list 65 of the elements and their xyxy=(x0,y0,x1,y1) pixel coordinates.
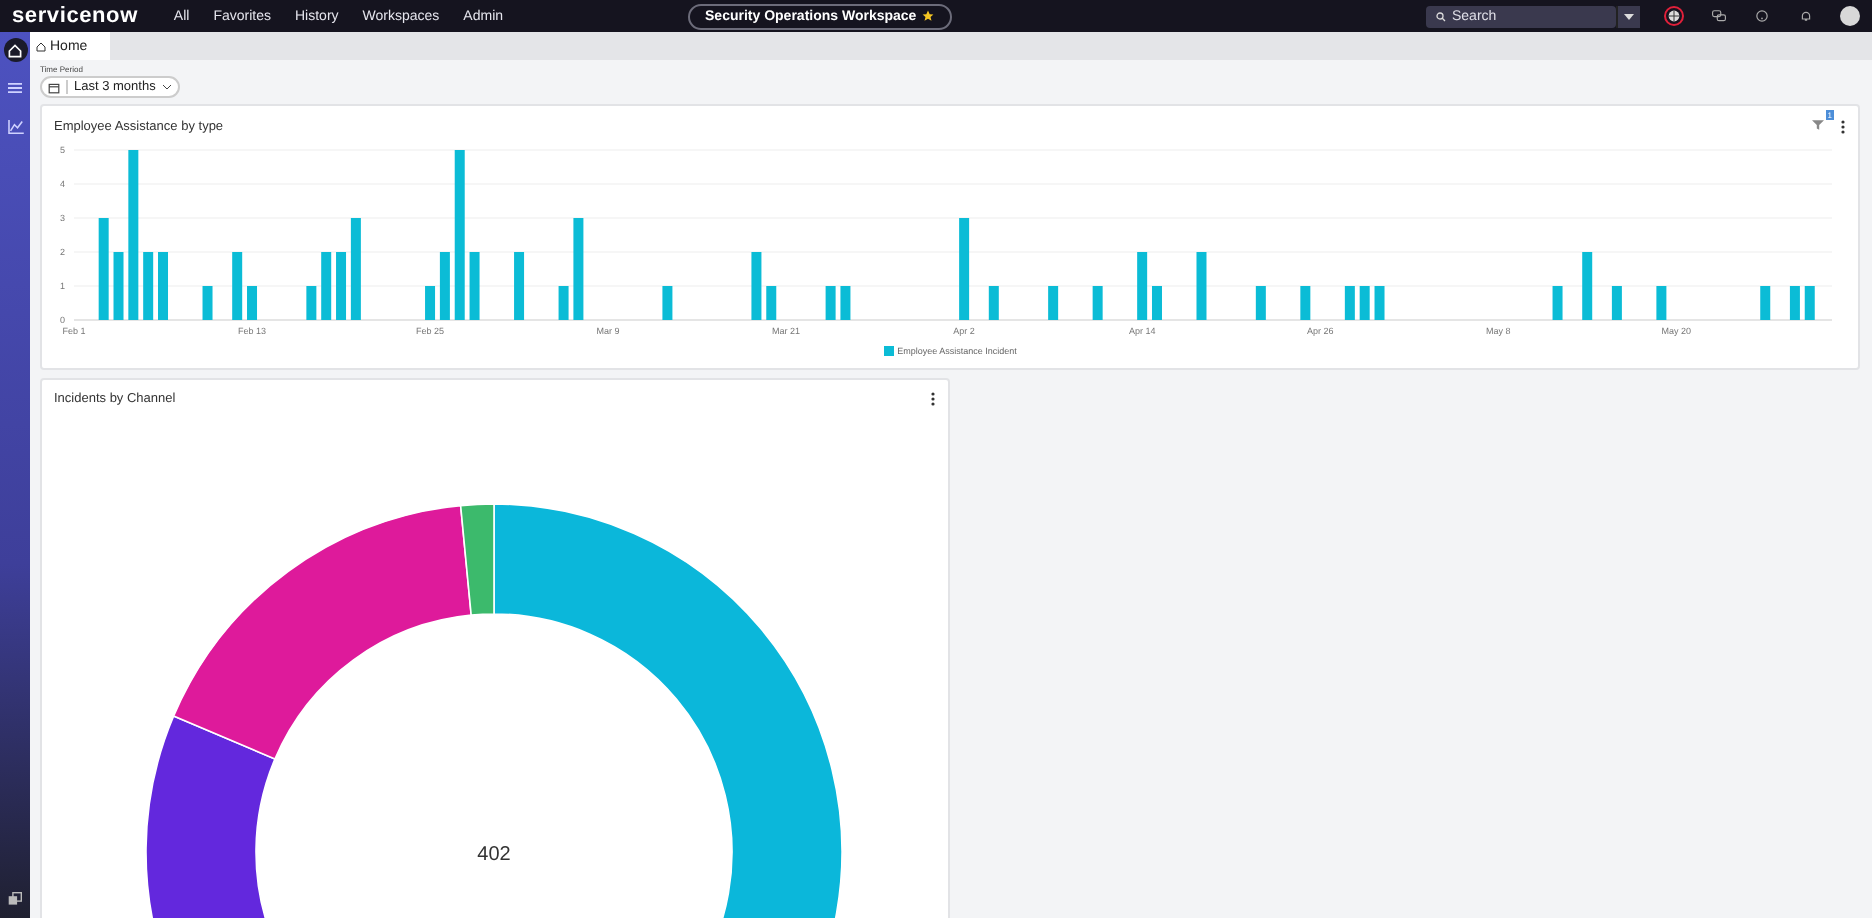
menu-icon xyxy=(8,82,22,94)
bar xyxy=(321,252,332,320)
bar xyxy=(247,286,258,320)
bar xyxy=(425,286,436,320)
bar xyxy=(1359,286,1370,320)
bar xyxy=(1374,286,1385,320)
search-icon xyxy=(1436,11,1446,21)
bar xyxy=(514,252,525,320)
globe-button[interactable] xyxy=(1664,6,1684,26)
bar xyxy=(336,252,347,320)
bar xyxy=(988,286,999,320)
chat-button[interactable] xyxy=(1708,6,1728,26)
bar xyxy=(1300,286,1311,320)
bar xyxy=(113,252,124,320)
more-options-icon[interactable] xyxy=(930,392,936,406)
bar xyxy=(573,218,584,320)
bar xyxy=(232,252,243,320)
bar xyxy=(766,286,777,320)
bar xyxy=(751,252,762,320)
bell-icon xyxy=(1800,10,1812,22)
bar xyxy=(1137,252,1148,320)
notifications-button[interactable] xyxy=(1796,6,1816,26)
bar xyxy=(158,252,168,320)
dropdown-button[interactable] xyxy=(1616,5,1640,27)
bar xyxy=(1048,286,1059,320)
home-icon xyxy=(36,41,46,51)
logo[interactable]: servicenow xyxy=(12,4,138,28)
bar xyxy=(1656,286,1667,320)
bar xyxy=(1255,286,1266,320)
bar xyxy=(1611,286,1622,320)
help-icon xyxy=(1756,10,1768,22)
bar xyxy=(1760,286,1771,320)
window-icon[interactable] xyxy=(8,892,22,906)
globe-icon xyxy=(1668,10,1680,22)
user-avatar[interactable] xyxy=(1840,6,1860,26)
caret-icon xyxy=(1624,13,1634,19)
bar xyxy=(439,252,450,320)
bar xyxy=(825,286,836,320)
bar xyxy=(959,218,970,320)
bar xyxy=(1789,286,1800,320)
sidebar-button[interactable] xyxy=(3,38,27,62)
bar xyxy=(1552,286,1563,320)
bar xyxy=(558,286,569,320)
legend-swatch xyxy=(883,346,894,356)
bar xyxy=(1582,252,1593,320)
chevron-down-icon xyxy=(161,84,172,90)
total-count: 402 xyxy=(477,844,511,866)
bar xyxy=(1092,286,1103,320)
bar xyxy=(306,286,317,320)
bar xyxy=(1152,286,1162,320)
bar xyxy=(840,286,851,320)
bar xyxy=(662,286,673,320)
chart-icon xyxy=(7,119,23,133)
more-options-icon[interactable] xyxy=(1840,119,1846,133)
bar xyxy=(98,218,109,320)
help-button[interactable] xyxy=(1752,6,1772,26)
bar xyxy=(1196,252,1207,320)
bar xyxy=(143,252,154,320)
bar xyxy=(202,286,213,320)
chat-icon xyxy=(1711,10,1725,22)
bar xyxy=(1344,286,1355,320)
bar xyxy=(469,252,480,320)
calendar-icon xyxy=(48,81,60,93)
bar xyxy=(350,218,361,320)
bar xyxy=(1804,286,1815,320)
